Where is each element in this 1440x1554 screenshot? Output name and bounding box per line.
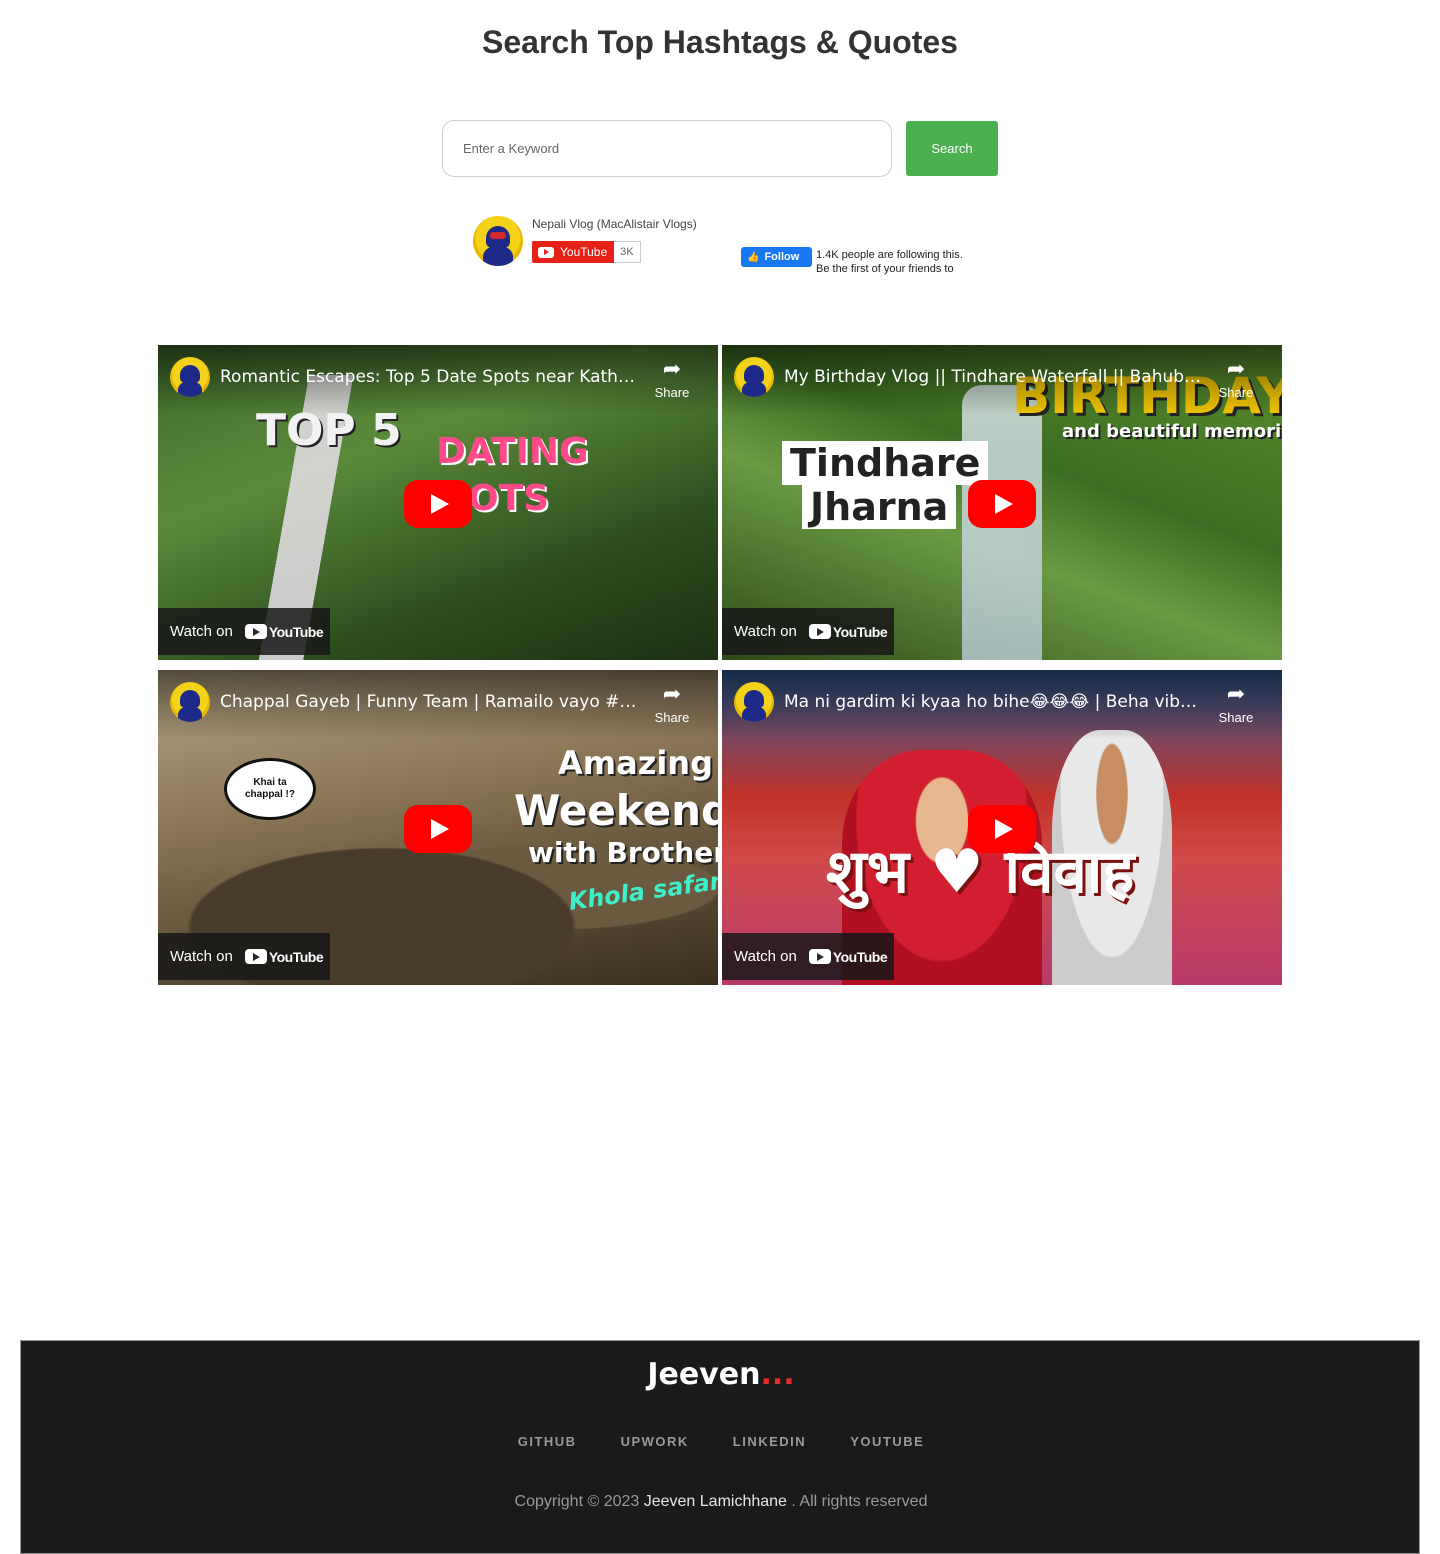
footer-link-linkedin[interactable]: LINKEDIN [733,1434,806,1449]
share-button[interactable]: ➦ Share [1206,681,1266,726]
youtube-subscribe-label: YouTube [560,245,608,259]
copyright-prefix: Copyright © 2023 [514,1493,640,1510]
watch-on-label: Watch on [734,623,797,640]
thumbnail-text: and beautiful memories [1062,421,1282,442]
search-input[interactable] [442,120,892,177]
channel-name[interactable]: Nepali Vlog (MacAlistair Vlogs) [532,217,697,231]
brand-name: Jeeven [647,1357,761,1392]
watch-on-label: Watch on [734,948,797,965]
footer-nav: GITHUB UPWORK LINKEDIN YOUTUBE [21,1434,1421,1449]
youtube-logo-icon: YouTube [808,624,888,640]
share-label: Share [1218,710,1254,725]
facebook-friends-line: Be the first of your friends to [816,263,954,275]
thumbnail-text: Weekend [514,786,718,835]
watch-on-youtube-button[interactable]: Watch on YouTube [722,933,894,980]
channel-avatar[interactable] [170,682,210,722]
youtube-logo-icon: YouTube [244,949,324,965]
channel-avatar[interactable] [170,357,210,397]
share-button[interactable]: ➦ Share [642,681,702,726]
watch-on-label: Watch on [170,623,233,640]
share-label: Share [1218,385,1254,400]
copyright-owner-link[interactable]: Jeeven Lamichhane [644,1493,787,1510]
footer-brand[interactable]: Jeeven... [21,1357,1421,1392]
facebook-followers-line: 1.4K people are following this. [816,249,963,261]
thumbs-up-icon: 👍 [747,251,760,263]
share-arrow-icon: ➦ [1226,356,1246,381]
watch-on-youtube-button[interactable]: Watch on YouTube [158,933,330,980]
footer-link-youtube[interactable]: YOUTUBE [850,1434,924,1449]
video-embed[interactable]: TOP 5 DATING OTS Romantic Escapes: Top 5… [158,345,718,660]
brand-dots: ... [760,1357,795,1392]
thumbnail-text: Jharna [802,485,957,529]
thumbnail-text: DATING [436,431,589,472]
share-button[interactable]: ➦ Share [642,356,702,401]
subscriber-count: 3K [614,241,641,263]
share-arrow-icon: ➦ [1226,681,1246,706]
share-arrow-icon: ➦ [662,356,682,381]
channel-avatar[interactable] [473,216,523,266]
thumbnail-text: OTS [468,478,550,519]
video-title[interactable]: Ma ni gardim ki kyaa ho bihe😂😂😂 | Beha v… [784,692,1204,712]
share-button[interactable]: ➦ Share [1206,356,1266,401]
youtube-subscribe-widget: Nepali Vlog (MacAlistair Vlogs) YouTube … [473,214,713,270]
youtube-subscribe-button[interactable]: YouTube [532,241,615,263]
thumbnail-text: Tindhare [782,441,989,485]
facebook-follow-label: Follow [764,251,800,263]
video-embed[interactable]: BIRTHDAY and beautiful memories Tindhare… [722,345,1282,660]
watch-on-label: Watch on [170,948,233,965]
youtube-logo-icon: YouTube [808,949,888,965]
youtube-logo-icon [538,246,554,258]
play-button-icon[interactable] [968,480,1036,528]
share-label: Share [654,385,690,400]
thumbnail-text: Amazing [558,744,713,782]
share-arrow-icon: ➦ [662,681,682,706]
video-embed[interactable]: शुभ ♥ विवाह Ma ni gardim ki kyaa ho bihe… [722,670,1282,985]
page-title: Search Top Hashtags & Quotes [482,24,958,60]
channel-avatar[interactable] [734,682,774,722]
share-label: Share [654,710,690,725]
copyright: Copyright © 2023 Jeeven Lamichhane . All… [21,1493,1421,1511]
facebook-follow-widget: 👍 Follow 1.4K people are following this.… [741,247,971,277]
watch-on-youtube-button[interactable]: Watch on YouTube [722,608,894,655]
search-button[interactable]: Search [906,121,998,176]
footer: Jeeven... GITHUB UPWORK LINKEDIN YOUTUBE… [20,1340,1420,1554]
play-button-icon[interactable] [968,805,1036,853]
watch-on-youtube-button[interactable]: Watch on YouTube [158,608,330,655]
youtube-logo-icon: YouTube [244,624,324,640]
video-embed[interactable]: Khai ta chappal !? Amazing Weekend with … [158,670,718,985]
copyright-suffix: . All rights reserved [791,1493,928,1510]
facebook-follow-text: 1.4K people are following this. Be the f… [816,248,963,276]
video-title[interactable]: Romantic Escapes: Top 5 Date Spots near … [220,367,640,387]
footer-link-github[interactable]: GITHUB [518,1434,577,1449]
play-button-icon[interactable] [404,805,472,853]
channel-avatar[interactable] [734,357,774,397]
youtube-subscribe: YouTube 3K [532,241,641,263]
facebook-follow-button[interactable]: 👍 Follow [741,247,812,267]
video-title[interactable]: My Birthday Vlog || Tindhare Waterfall |… [784,367,1204,387]
thumbnail-text: with Brothers [528,836,718,869]
play-button-icon[interactable] [404,480,472,528]
footer-link-upwork[interactable]: UPWORK [621,1434,689,1449]
video-title[interactable]: Chappal Gayeb | Funny Team | Ramailo vay… [220,692,640,712]
search-bar: Search [442,120,998,177]
speech-bubble: Khai ta chappal !? [224,758,316,820]
